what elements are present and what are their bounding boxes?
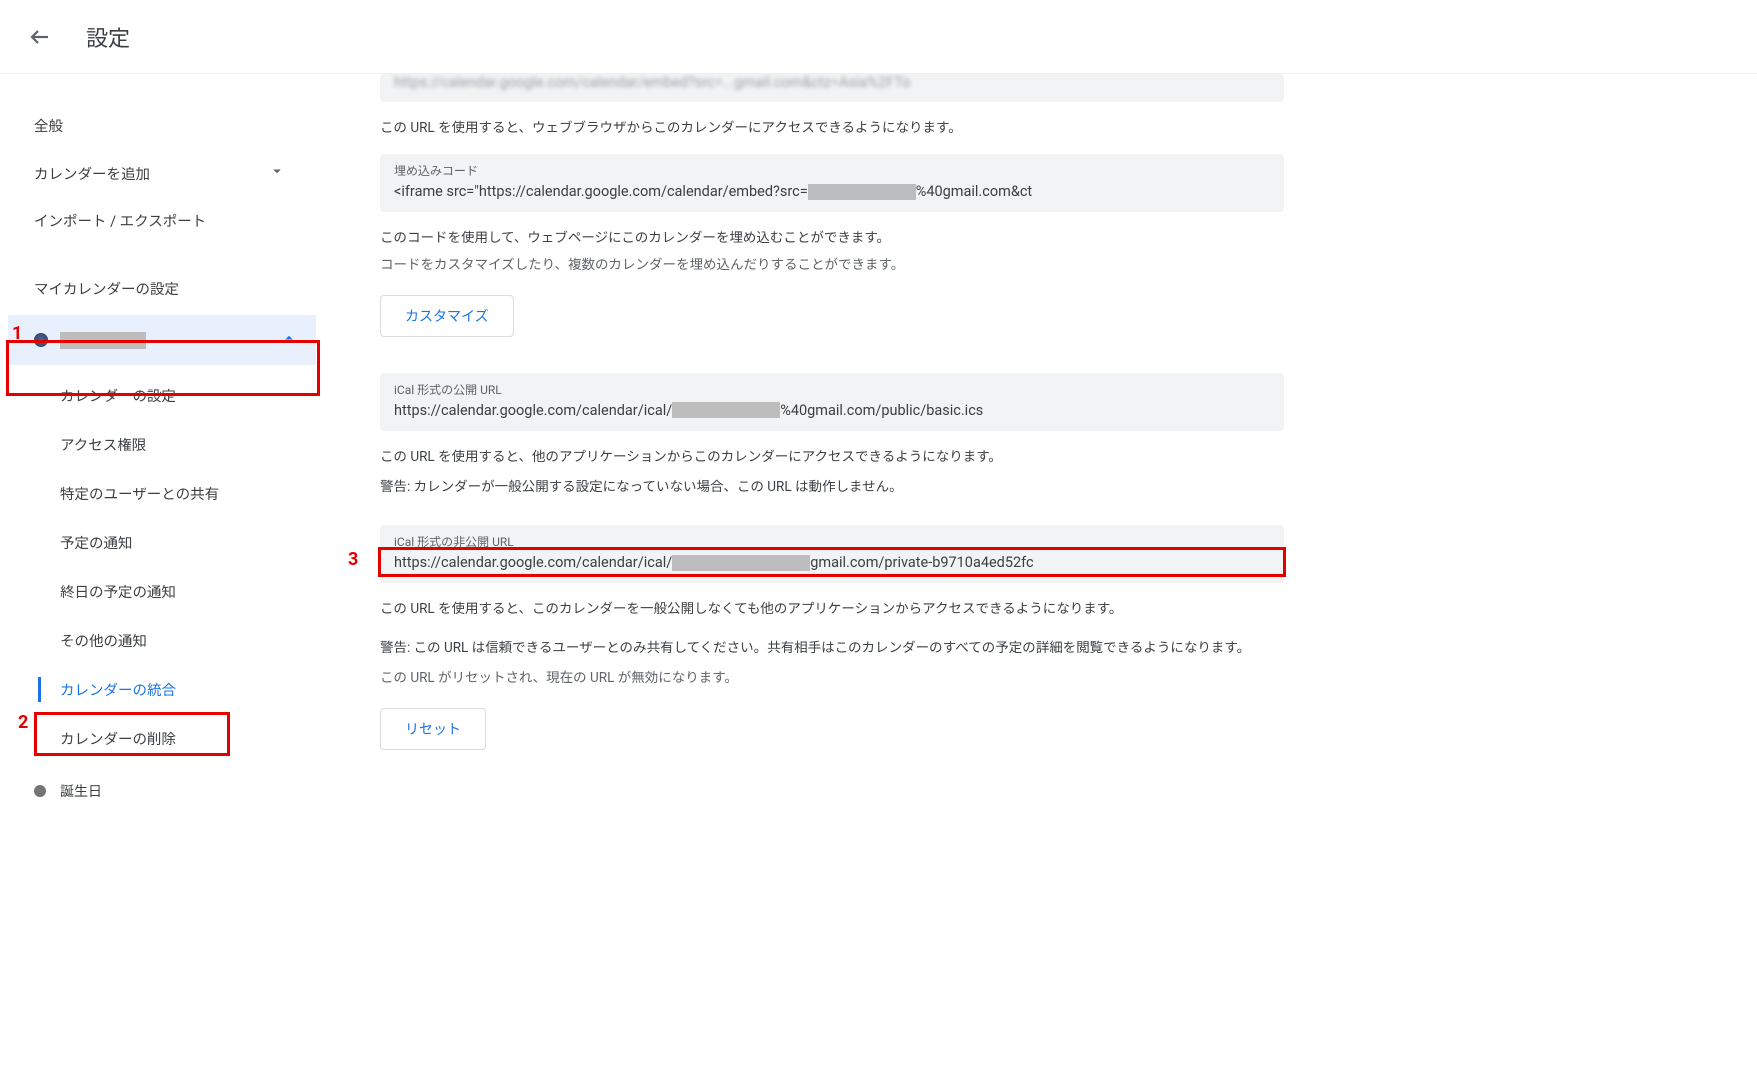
- redacted-mask: [672, 402, 780, 418]
- page-title: 設定: [86, 21, 130, 53]
- settings-main: https://calendar.google.com/calendar/emb…: [320, 74, 1300, 811]
- ical-secret-value: https://calendar.google.com/calendar/ica…: [394, 554, 1270, 571]
- nav-import-export-label: インポート / エクスポート: [34, 210, 206, 231]
- embed-note-2: コードをカスタマイズしたり、複数のカレンダーを埋め込んだりすることができます。: [380, 253, 1284, 277]
- ical-public-note-1: この URL を使用すると、他のアプリケーションからこのカレンダーにアクセスでき…: [380, 445, 1284, 469]
- calendar-subnav: カレンダーの設定 アクセス権限 特定のユーザーとの共有 予定の通知 終日の予定の…: [0, 365, 320, 763]
- ical-secret-note-2: 警告: この URL は信頼できるユーザーとのみ共有してください。共有相手はこの…: [380, 636, 1284, 660]
- subnav-calendar-settings[interactable]: カレンダーの設定: [0, 371, 320, 420]
- subnav-access-permissions[interactable]: アクセス権限: [0, 420, 320, 469]
- nav-add-calendar[interactable]: カレンダーを追加: [0, 149, 320, 197]
- public-url-value: https://calendar.google.com/calendar/emb…: [394, 74, 1270, 91]
- redacted-mask: [672, 555, 810, 571]
- ical-public-label: iCal 形式の公開 URL: [394, 381, 1270, 398]
- nav-general[interactable]: 全般: [0, 102, 320, 149]
- calendar-row-primary[interactable]: [8, 315, 316, 365]
- subnav-event-notifications[interactable]: 予定の通知: [0, 518, 320, 567]
- subnav-allday-notifications[interactable]: 終日の予定の通知: [0, 567, 320, 616]
- embed-code-label: 埋め込みコード: [394, 162, 1270, 179]
- nav-import-export[interactable]: インポート / エクスポート: [0, 197, 320, 244]
- settings-header: 設定: [0, 0, 1757, 74]
- ical-secret-label: iCal 形式の非公開 URL: [394, 533, 1270, 550]
- back-icon[interactable]: [28, 25, 52, 49]
- nav-general-label: 全般: [34, 115, 63, 136]
- embed-code-value: <iframe src="https://calendar.google.com…: [394, 183, 1270, 200]
- ical-secret-box[interactable]: iCal 形式の非公開 URL https://calendar.google.…: [380, 525, 1284, 583]
- calendar-name-redacted: [60, 332, 146, 349]
- subnav-integrate-calendar[interactable]: カレンダーの統合: [0, 665, 320, 714]
- public-url-box[interactable]: https://calendar.google.com/calendar/emb…: [380, 74, 1284, 102]
- nav-add-calendar-label: カレンダーを追加: [34, 163, 150, 184]
- calendar-birthdays-label: 誕生日: [60, 781, 102, 801]
- embed-code-box[interactable]: 埋め込みコード <iframe src="https://calendar.go…: [380, 154, 1284, 212]
- customize-button[interactable]: カスタマイズ: [380, 295, 514, 337]
- settings-sidebar: 全般 カレンダーを追加 インポート / エクスポート マイカレンダーの設定 1 …: [0, 74, 320, 811]
- ical-public-box[interactable]: iCal 形式の公開 URL https://calendar.google.c…: [380, 373, 1284, 431]
- section-my-calendars-label: マイカレンダーの設定: [0, 244, 320, 309]
- subnav-share-with-users[interactable]: 特定のユーザーとの共有: [0, 469, 320, 518]
- calendar-row-birthdays[interactable]: 誕生日: [0, 763, 320, 811]
- ical-secret-note-3: この URL がリセットされ、現在の URL が無効になります。: [380, 666, 1284, 690]
- chevron-down-icon: [268, 162, 286, 184]
- ical-secret-note-1: この URL を使用すると、このカレンダーを一般公開しなくても他のアプリケーショ…: [380, 597, 1284, 621]
- calendar-color-dot: [34, 785, 46, 797]
- embed-note-1: このコードを使用して、ウェブページにこのカレンダーを埋め込むことができます。: [380, 226, 1284, 250]
- calendar-color-dot: [34, 333, 48, 347]
- subnav-other-notifications[interactable]: その他の通知: [0, 616, 320, 665]
- public-url-note: この URL を使用すると、ウェブブラウザからこのカレンダーにアクセスできるよう…: [380, 116, 1284, 140]
- annotation-3: 3: [348, 549, 358, 570]
- redacted-mask: [808, 184, 916, 200]
- subnav-delete-calendar[interactable]: カレンダーの削除: [0, 714, 320, 763]
- ical-public-value: https://calendar.google.com/calendar/ica…: [394, 402, 1270, 419]
- ical-public-note-2: 警告: カレンダーが一般公開する設定になっていない場合、この URL は動作しま…: [380, 475, 1284, 499]
- reset-button[interactable]: リセット: [380, 708, 486, 750]
- chevron-up-icon: [280, 329, 298, 351]
